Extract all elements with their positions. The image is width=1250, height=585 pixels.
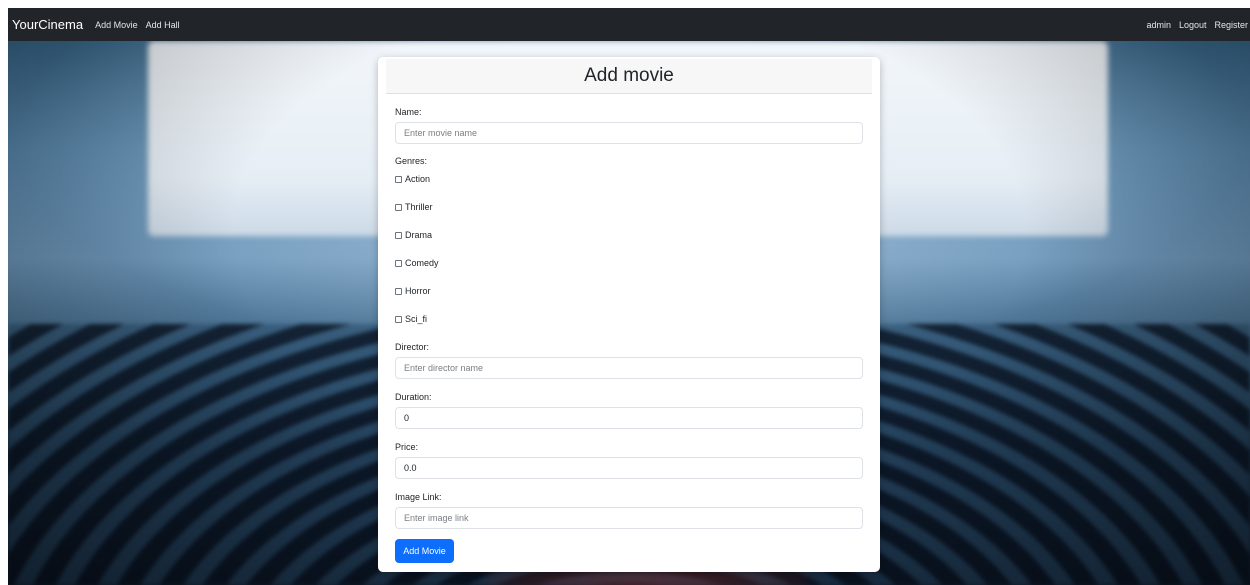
genre-checkbox-action[interactable]: Action [395,174,430,184]
card-header: Add movie [386,59,872,94]
director-label: Director: [395,342,430,352]
top-navbar: YourCinema Add Movie Add Hall admin Logo… [8,8,1250,41]
genre-checkbox-thriller[interactable]: Thriller [395,202,433,212]
checkbox[interactable] [395,259,402,267]
image-link-label: Image Link: [395,492,442,502]
genre-label: Comedy [405,258,439,268]
price-label: Price: [395,442,419,452]
image-link-input[interactable] [395,507,863,529]
checkbox[interactable] [395,315,402,323]
checkbox[interactable] [395,231,402,239]
nav-register[interactable]: Register [1214,20,1248,30]
nav-add-hall[interactable]: Add Hall [146,20,180,30]
genre-label: Horror [405,286,431,296]
add-movie-button[interactable]: Add Movie [395,539,454,563]
price-input[interactable] [395,457,863,479]
add-movie-card: Add movie Name: Genres: Action Thriller … [378,57,880,572]
genres-label: Genres: [395,156,428,166]
genre-checkbox-comedy[interactable]: Comedy [395,258,439,268]
duration-input[interactable] [395,407,863,429]
nav-add-movie[interactable]: Add Movie [95,20,138,30]
movie-name-input[interactable] [395,122,863,144]
genre-label: Action [405,174,431,184]
name-label: Name: [395,107,422,117]
checkbox[interactable] [395,175,402,183]
checkbox[interactable] [395,203,402,211]
duration-label: Duration: [395,392,432,402]
nav-user-admin[interactable]: admin [1146,20,1171,30]
genre-checkbox-scifi[interactable]: Sci_fi [395,314,427,324]
checkbox[interactable] [395,287,402,295]
nav-logout[interactable]: Logout [1179,20,1207,30]
genre-label: Thriller [405,202,433,212]
director-input[interactable] [395,357,863,379]
genre-label: Sci_fi [405,314,428,324]
nav-right-group: admin Logout Register [1138,20,1248,30]
genre-checkbox-horror[interactable]: Horror [395,286,431,296]
brand-link[interactable]: YourCinema [12,17,83,32]
genre-label: Drama [405,230,433,240]
page-title: Add movie [584,65,674,86]
genre-checkbox-drama[interactable]: Drama [395,230,432,240]
